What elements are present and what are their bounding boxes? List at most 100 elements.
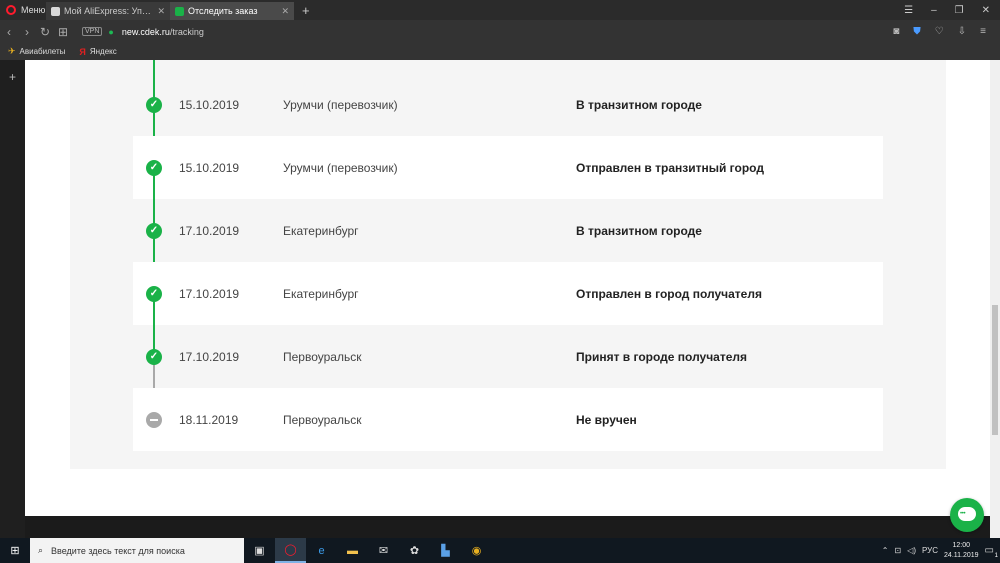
url-path: /tracking [169,26,204,37]
chevron-up-icon[interactable]: ⌃ [882,546,889,555]
tracking-event-row: 17.10.2019 Екатеринбург В транзитном город… [133,199,883,262]
opera-menu-button[interactable]: Меню [0,0,46,20]
edge-app-icon[interactable]: e [306,538,337,563]
event-date: 18.11.2019 [179,412,239,427]
tracking-event-row: 15.10.2019 Урумчи (перевозчик) Отправлен в… [133,136,883,199]
clock[interactable]: 12:00 24.11.2019 [944,541,979,561]
check-circle-icon: ✓ [146,222,162,239]
address-actions: ◙ ⛊ ♡ ⇩ ≡ [893,26,1000,37]
tracking-event-row: 18.11.2019 Первоуральск Не вручен [133,388,883,451]
volume-icon[interactable]: ◁) [907,546,916,555]
tracking-card: 15.10.2019 Урумчи (перевозчик) В транзитно… [70,60,946,469]
speed-dial-icon[interactable]: ⊞ [54,25,72,39]
event-city: Первоуральск [283,349,362,364]
event-status: В транзитном городе [576,97,702,112]
reload-icon[interactable]: ↻ [36,25,54,39]
windows-taskbar: ⊞ ⌕ Введите здесь текст для поиска ▣ ◯ e… [0,538,1000,563]
event-date: 15.10.2019 [179,97,240,112]
clock-date: 24.11.2019 [944,551,979,559]
event-city: Первоуральск [283,412,362,427]
windows-start-icon[interactable]: ⊞ [0,538,30,563]
clock-time: 12:00 [952,541,971,549]
mail-app-icon[interactable]: ✉ [368,538,399,563]
tracking-event-row: 15.10.2019 Урумчи (перевозчик) В транзитно… [133,73,883,136]
event-date: 15.10.2019 [179,160,240,175]
add-sidebar-button[interactable]: + [9,70,16,84]
opera-app-icon[interactable]: ◯ [275,538,306,563]
chat-button[interactable] [950,498,984,532]
url-domain: new.cdek.ru [121,26,170,37]
tab-bar: Меню Мой AliExpress: Управлять ✕ Отследи… [0,0,1000,20]
tab-title: Мой AliExpress: Управлять [64,6,153,16]
event-city: Урумчи (перевозчик) [283,160,398,175]
camera-icon[interactable]: ◙ [893,26,899,37]
back-icon[interactable]: ‹ [0,25,18,39]
event-status: В транзитном городе [576,223,702,238]
menu-label: Меню [21,5,46,15]
plane-icon: ✈ [8,46,16,56]
minimize-button[interactable]: – [931,5,937,16]
scrollbar-thumb[interactable] [992,305,998,435]
shield-icon[interactable]: ⛊ [913,26,921,37]
restore-button[interactable]: ❐ [955,5,964,16]
taskbar-apps: ▣ ◯ e ▬ ✉ ✿ ▙ ◉ [244,538,492,563]
close-tab-icon[interactable]: ✕ [281,6,289,17]
check-circle-icon: ✓ [146,159,162,176]
tab-title: Отследить заказ [188,6,258,16]
cdek-favicon-icon [175,6,184,16]
close-tab-icon[interactable]: ✕ [157,6,165,17]
window-controls: ☰ – ❐ ✕ [904,5,1000,16]
vpn-badge[interactable]: VPN [82,27,103,36]
event-date: 17.10.2019 [179,349,240,364]
event-date: 17.10.2019 [179,286,240,301]
event-city: Урумчи (перевозчик) [283,97,398,112]
tracking-event-row: 17.10.2019 Первоуральск Принят в городе по… [133,325,883,388]
page-icon [51,6,60,16]
download-icon[interactable]: ⇩ [958,26,966,37]
task-view-icon[interactable]: ▣ [244,538,275,563]
bookmark-label: Яндекс [89,47,117,56]
address-bar: ‹ › ↻ ⊞ VPN ● new.cdek.ru/tracking ◙ ⛊ ♡… [0,20,1000,43]
lock-icon[interactable]: ● [108,27,113,37]
check-circle-icon: ✓ [146,348,162,365]
bookmark-yandex[interactable]: Я Яндекс [79,47,116,57]
close-button[interactable]: ✕ [982,5,990,16]
app-icon[interactable]: ✿ [399,538,430,563]
url-field[interactable]: new.cdek.ru/tracking [122,27,204,37]
yandex-icon: Я [79,46,86,57]
check-circle-icon: ✓ [146,96,162,113]
bookmarks-bar: ✈ Авиабилеты Я Яндекс [0,43,1000,60]
menu-icon[interactable]: ≡ [980,26,986,37]
page-footer [25,516,990,538]
event-status: Отправлен в транзитный город [576,160,764,175]
heart-icon[interactable]: ♡ [935,26,944,37]
event-status: Принят в городе получателя [576,349,748,364]
search-icon: ⌕ [38,545,44,555]
notifications-icon[interactable]: ▭ 1 [985,545,998,559]
scrollbar[interactable] [990,60,1000,538]
language-indicator[interactable]: РУС [922,546,938,555]
search-placeholder: Введите здесь текст для поиска [51,545,185,556]
network-icon[interactable]: ⊡ [894,546,901,555]
explorer-app-icon[interactable]: ▬ [337,538,368,563]
taskbar-search[interactable]: ⌕ Введите здесь текст для поиска [30,538,244,563]
bookmark-label: Авиабилеты [19,47,66,56]
app-icon[interactable]: ▙ [430,538,461,563]
bookmark-aviabilety[interactable]: ✈ Авиабилеты [8,46,65,57]
event-city: Екатеринбург [283,286,359,301]
event-status: Отправлен в город получателя [576,286,762,301]
tab-aliexpress[interactable]: Мой AliExpress: Управлять ✕ [46,2,170,20]
tab-menu-icon[interactable]: ☰ [904,5,913,16]
new-tab-button[interactable]: + [294,3,318,18]
system-tray: ⌃ ⊡ ◁) РУС 12:00 24.11.2019 ▭ 1 [882,541,1000,561]
chrome-app-icon[interactable]: ◉ [461,538,492,563]
forward-icon[interactable]: › [18,25,36,39]
event-date: 17.10.2019 [179,223,240,238]
notification-count: 1 [994,553,998,559]
check-circle-icon: ✓ [146,285,162,302]
event-status: Не вручен [576,412,637,427]
page-content: 15.10.2019 Урумчи (перевозчик) В транзитно… [25,60,990,538]
tab-tracking[interactable]: Отследить заказ ✕ [170,2,294,20]
browser-sidebar: + [0,60,25,538]
opera-logo-icon [6,5,16,15]
